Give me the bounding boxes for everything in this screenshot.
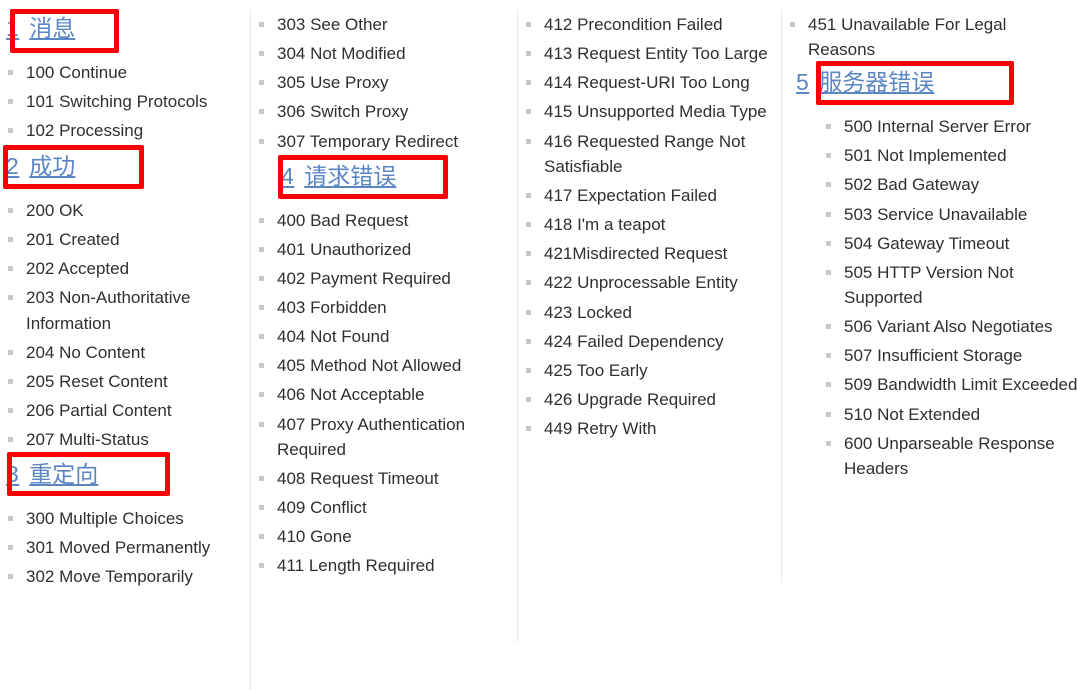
section-heading-row-2: 2 成功: [0, 145, 250, 190]
list-item[interactable]: 422 Unprocessable Entity: [518, 270, 781, 295]
list-item[interactable]: 600 Unparseable Response Headers: [818, 431, 1078, 481]
list-item[interactable]: 407 Proxy Authentication Required: [251, 412, 517, 462]
list-item[interactable]: 451 Unavailable For Legal Reasons: [782, 12, 1078, 62]
section-title-3: 重定向: [29, 461, 99, 488]
section-title-1: 消息: [29, 15, 76, 41]
list-item[interactable]: 301 Moved Permanently: [0, 535, 250, 560]
list-item[interactable]: 409 Conflict: [251, 495, 517, 520]
section-heading-row-5: 5 服务器错误: [782, 61, 1078, 106]
list-item[interactable]: 102 Processing: [0, 118, 250, 143]
list-item[interactable]: 412 Precondition Failed: [518, 12, 781, 37]
list-item[interactable]: 101 Switching Protocols: [0, 89, 250, 114]
code-list-451: 451 Unavailable For Legal Reasons: [782, 12, 1078, 62]
code-list-3xx-part2: 303 See Other 304 Not Modified 305 Use P…: [251, 12, 517, 154]
list-item[interactable]: 510 Not Extended: [818, 402, 1078, 427]
list-item[interactable]: 203 Non-Authoritative Information: [0, 285, 250, 335]
list-item[interactable]: 403 Forbidden: [251, 295, 517, 320]
column-2: 303 See Other 304 Not Modified 305 Use P…: [251, 0, 517, 583]
section-number-4: 4: [281, 162, 295, 189]
list-item[interactable]: 411 Length Required: [251, 553, 517, 578]
list-item[interactable]: 503 Service Unavailable: [818, 202, 1078, 227]
list-item[interactable]: 507 Insufficient Storage: [818, 343, 1078, 368]
list-item[interactable]: 405 Method Not Allowed: [251, 353, 517, 378]
column-4: 451 Unavailable For Legal Reasons 5 服务器错误…: [782, 0, 1078, 485]
section-number-2: 2: [6, 153, 20, 180]
list-item[interactable]: 306 Switch Proxy: [251, 99, 517, 124]
list-item[interactable]: 505 HTTP Version Not Supported: [818, 260, 1078, 310]
list-item[interactable]: 300 Multiple Choices: [0, 506, 250, 531]
section-heading-3[interactable]: 3 重定向: [0, 458, 105, 493]
list-item[interactable]: 200 OK: [0, 198, 250, 223]
list-item[interactable]: 408 Request Timeout: [251, 466, 517, 491]
section-heading-row-4: 4 请求错误: [251, 154, 517, 199]
list-item[interactable]: 449 Retry With: [518, 416, 781, 441]
list-item[interactable]: 207 Multi-Status: [0, 427, 250, 452]
section-title-5: 服务器错误: [819, 69, 935, 96]
code-list-4xx-part2: 412 Precondition Failed 413 Request Enti…: [518, 12, 781, 441]
list-item[interactable]: 414 Request-URI Too Long: [518, 70, 781, 95]
list-item[interactable]: 410 Gone: [251, 524, 517, 549]
list-item[interactable]: 415 Unsupported Media Type: [518, 99, 781, 124]
list-item[interactable]: 404 Not Found: [251, 324, 517, 349]
list-item[interactable]: 305 Use Proxy: [251, 70, 517, 95]
list-item[interactable]: 400 Bad Request: [251, 208, 517, 233]
section-number-1: 1: [6, 15, 20, 41]
list-item[interactable]: 205 Reset Content: [0, 369, 250, 394]
list-item[interactable]: 416 Requested Range Not Satisfiable: [518, 129, 781, 179]
section-number-5: 5: [796, 69, 810, 96]
list-item[interactable]: 100 Continue: [0, 60, 250, 85]
list-item[interactable]: 506 Variant Also Negotiates: [818, 314, 1078, 339]
list-item[interactable]: 204 No Content: [0, 340, 250, 365]
section-title-4: 请求错误: [304, 162, 397, 189]
section-number-3: 3: [6, 461, 20, 488]
list-item[interactable]: 509 Bandwidth Limit Exceeded: [818, 372, 1078, 397]
list-item[interactable]: 421Misdirected Request: [518, 241, 781, 266]
list-item[interactable]: 307 Temporary Redirect: [251, 129, 517, 154]
list-item[interactable]: 402 Payment Required: [251, 266, 517, 291]
section-heading-1[interactable]: 1 消息: [0, 12, 82, 46]
section-heading-2[interactable]: 2 成功: [0, 150, 82, 184]
section-heading-row-1: 1 消息: [0, 9, 250, 53]
list-item[interactable]: 417 Expectation Failed: [518, 183, 781, 208]
section-heading-row-3: 3 重定向: [0, 452, 250, 497]
list-item[interactable]: 504 Gateway Timeout: [818, 231, 1078, 256]
status-code-columns: 1 消息 100 Continue 101 Switching Protocols…: [0, 0, 1078, 690]
code-list-5xx: 500 Internal Server Error 501 Not Implem…: [818, 114, 1078, 481]
column-1: 1 消息 100 Continue 101 Switching Protocols…: [0, 0, 250, 594]
list-item[interactable]: 413 Request Entity Too Large: [518, 41, 781, 66]
code-list-2xx: 200 OK 201 Created 202 Accepted 203 Non-…: [0, 198, 250, 452]
list-item[interactable]: 201 Created: [0, 227, 250, 252]
list-item[interactable]: 202 Accepted: [0, 256, 250, 281]
list-item[interactable]: 206 Partial Content: [0, 398, 250, 423]
list-item[interactable]: 426 Upgrade Required: [518, 387, 781, 412]
code-list-1xx: 100 Continue 101 Switching Protocols 102…: [0, 60, 250, 143]
list-item[interactable]: 303 See Other: [251, 12, 517, 37]
list-item[interactable]: 418 I'm a teapot: [518, 212, 781, 237]
code-list-3xx-part1: 300 Multiple Choices 301 Moved Permanent…: [0, 506, 250, 589]
column-3: 412 Precondition Failed 413 Request Enti…: [518, 0, 781, 445]
list-item[interactable]: 423 Locked: [518, 300, 781, 325]
section-heading-4[interactable]: 4 请求错误: [275, 159, 403, 194]
list-item[interactable]: 401 Unauthorized: [251, 237, 517, 262]
list-item[interactable]: 500 Internal Server Error: [818, 114, 1078, 139]
section-heading-5[interactable]: 5 服务器错误: [790, 66, 941, 101]
list-item[interactable]: 304 Not Modified: [251, 41, 517, 66]
list-item[interactable]: 425 Too Early: [518, 358, 781, 383]
list-item[interactable]: 502 Bad Gateway: [818, 172, 1078, 197]
list-item[interactable]: 406 Not Acceptable: [251, 382, 517, 407]
list-item[interactable]: 302 Move Temporarily: [0, 564, 250, 589]
section-title-2: 成功: [29, 153, 76, 180]
list-item[interactable]: 501 Not Implemented: [818, 143, 1078, 168]
list-item[interactable]: 424 Failed Dependency: [518, 329, 781, 354]
code-list-4xx-part1: 400 Bad Request 401 Unauthorized 402 Pay…: [251, 208, 517, 579]
